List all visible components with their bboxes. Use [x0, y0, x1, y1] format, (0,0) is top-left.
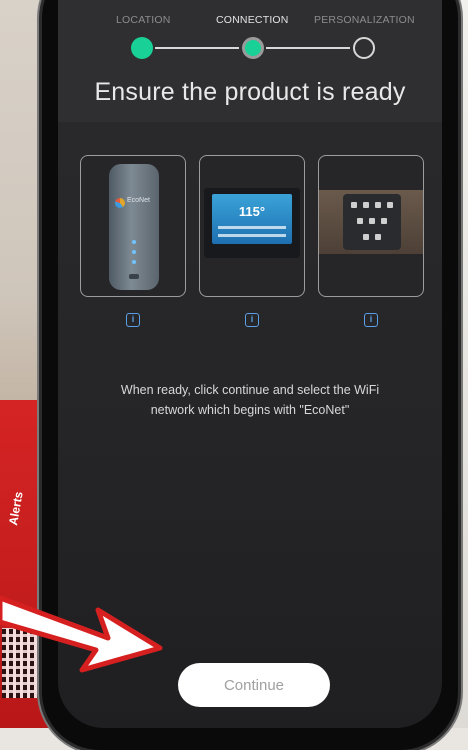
step-dot-connection — [242, 37, 264, 59]
info-icon[interactable]: i — [364, 313, 378, 327]
step-label-personalization: PERSONALIZATION — [314, 14, 415, 26]
continue-button[interactable]: Continue — [178, 663, 330, 707]
panel-button — [375, 202, 381, 208]
panel-button — [375, 234, 381, 240]
module-port — [129, 274, 139, 279]
led-indicator — [132, 260, 136, 264]
instructions-text: When ready, click continue and select th… — [98, 380, 402, 420]
step-dot-personalization — [353, 37, 375, 59]
econet-logo-icon — [115, 198, 125, 208]
step-label-connection: CONNECTION — [216, 14, 289, 26]
led-indicator — [132, 240, 136, 244]
panel-button — [369, 218, 375, 224]
panel-button — [357, 218, 363, 224]
annotation-arrow-icon — [0, 595, 163, 673]
panel-button — [387, 202, 393, 208]
product-card-control-panel[interactable] — [318, 155, 424, 297]
step-connector — [155, 47, 239, 49]
control-panel-image — [319, 190, 423, 254]
display-detail — [218, 226, 286, 229]
instructions-line-2: network which begins with "EcoNet" — [150, 403, 350, 417]
info-icon[interactable]: i — [245, 313, 259, 327]
product-card-water-heater-display[interactable]: 115° — [199, 155, 305, 297]
display-temperature: 115° — [238, 204, 266, 219]
wifi-module-brand: EcoNet — [127, 197, 150, 204]
water-heater-display-image: 115° — [204, 188, 300, 258]
step-dot-location — [131, 37, 153, 59]
display-screen: 115° — [212, 194, 292, 244]
panel-button — [363, 202, 369, 208]
led-indicator — [132, 250, 136, 254]
wifi-module-image: EcoNet — [109, 164, 159, 290]
product-card-wifi-module[interactable]: EcoNet — [80, 155, 186, 297]
panel-button — [381, 218, 387, 224]
panel-button — [351, 202, 357, 208]
instructions-line-1: When ready, click continue and select th… — [120, 383, 380, 397]
display-detail — [218, 234, 286, 237]
step-connector — [266, 47, 350, 49]
panel-button — [363, 234, 369, 240]
step-label-location: LOCATION — [116, 14, 171, 26]
promo-card-text: Alerts — [6, 490, 26, 527]
info-icon[interactable]: i — [126, 313, 140, 327]
control-panel-face — [343, 194, 401, 250]
page-title: Ensure the product is ready — [94, 78, 406, 106]
